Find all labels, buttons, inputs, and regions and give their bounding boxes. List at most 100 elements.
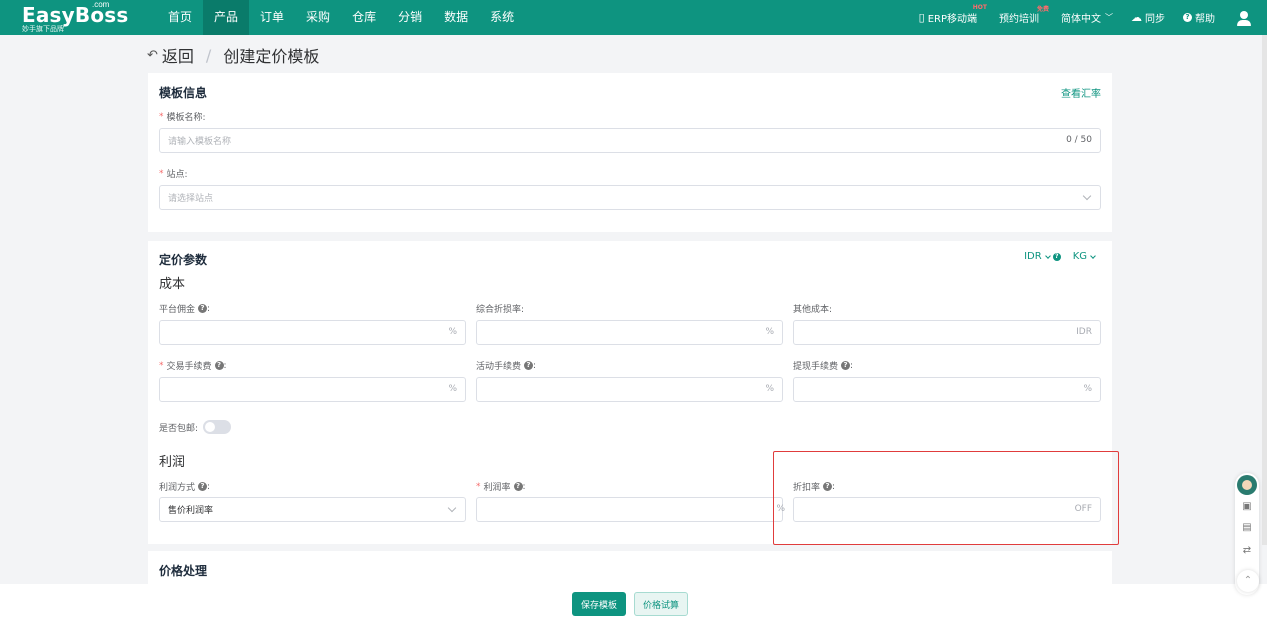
question-icon[interactable]: ? bbox=[198, 482, 208, 491]
weight-unit-select[interactable]: KG bbox=[1073, 251, 1098, 262]
training-link[interactable]: 预约培训 免费 bbox=[999, 6, 1049, 25]
free-badge: 免费 bbox=[1036, 6, 1049, 13]
activity-fee-input[interactable]: % bbox=[476, 377, 783, 402]
back-button[interactable]: ↶ 返回 bbox=[147, 43, 194, 67]
menu-item-product[interactable]: 产品 bbox=[203, 0, 250, 35]
view-rate-link[interactable]: 查看汇率 bbox=[1061, 85, 1101, 100]
chevron-down-icon bbox=[1090, 252, 1096, 259]
back-to-top-icon[interactable]: ⌃ bbox=[1237, 570, 1259, 592]
scrollbar[interactable] bbox=[1262, 35, 1267, 545]
menu-item-distribution[interactable]: 分销 bbox=[387, 0, 433, 35]
back-arrow-icon: ↶ bbox=[147, 47, 158, 63]
menu-item-system[interactable]: 系统 bbox=[479, 0, 525, 35]
discount-rate-label: 折扣率 ?: bbox=[793, 481, 836, 494]
other-cost-label: 其他成本: bbox=[793, 305, 833, 315]
chevron-down-icon bbox=[447, 503, 457, 513]
support-avatar-icon[interactable] bbox=[1237, 475, 1257, 495]
profit-method-select[interactable]: 售价利润率 bbox=[159, 497, 466, 522]
composite-loss-label: 综合折损率: bbox=[476, 305, 525, 315]
template-name-placeholder: 请输入模板名称 bbox=[168, 137, 232, 147]
chevron-down-icon: ﹀ bbox=[1105, 13, 1113, 22]
withdraw-fee-label: 提现手续费 ?: bbox=[793, 360, 854, 373]
question-icon[interactable]: ? bbox=[841, 361, 851, 370]
platform-commission-label-text: 平台佣金 bbox=[159, 305, 196, 315]
template-name-input[interactable]: 请输入模板名称 0 / 50 bbox=[159, 128, 1101, 153]
transaction-fee-label: * 交易手续费 ?: bbox=[159, 360, 227, 373]
question-icon[interactable]: ? bbox=[214, 361, 224, 370]
required-mark: * bbox=[476, 481, 481, 492]
chevron-down-icon bbox=[1082, 191, 1092, 201]
platform-commission-label: 平台佣金 ?: bbox=[159, 303, 211, 316]
activity-fee-label: 活动手续费 ?: bbox=[476, 360, 537, 373]
video-icon[interactable]: ▣ bbox=[1241, 501, 1253, 513]
menu-item-purchase[interactable]: 采购 bbox=[295, 0, 341, 35]
site-select[interactable]: 请选择站点 bbox=[159, 185, 1101, 210]
percent-suffix: % bbox=[765, 384, 774, 394]
training-label: 预约培训 bbox=[999, 14, 1039, 25]
transaction-fee-input[interactable]: % bbox=[159, 377, 466, 402]
template-name-label: * 模板名称: bbox=[159, 110, 206, 124]
currency-select[interactable]: IDR ? bbox=[1024, 251, 1061, 262]
language-select[interactable]: 简体中文 ﹀ bbox=[1061, 10, 1113, 25]
menu-item-order[interactable]: 订单 bbox=[249, 0, 295, 35]
weight-unit-value: KG bbox=[1072, 251, 1087, 262]
currency-value: IDR bbox=[1024, 251, 1042, 262]
off-suffix: OFF bbox=[1074, 504, 1092, 514]
sync-label: 同步 bbox=[1145, 14, 1165, 25]
page-header: ↶ 返回 / 创建定价模板 bbox=[147, 43, 319, 67]
main-menu: 首页 产品 订单 采购 仓库 分销 数据 系统 bbox=[157, 0, 525, 35]
pricing-params-title: 定价参数 bbox=[159, 253, 208, 267]
profit-rate-label: * 利润率 ?: bbox=[476, 481, 526, 494]
question-icon[interactable]: ? bbox=[198, 304, 208, 313]
pricing-params-card: 定价参数 IDR ? KG 成本 平台佣金 ?: % 综合折损率: % 其他成本… bbox=[148, 241, 1112, 544]
mobile-app-label: ERP移动端 bbox=[927, 14, 977, 25]
menu-item-home[interactable]: 首页 bbox=[157, 0, 203, 35]
footer-bar: 保存模板 价格试算 bbox=[0, 584, 1267, 618]
profit-method-value: 售价利润率 bbox=[168, 506, 214, 516]
top-nav: EasyBoss .com 妙手旗下品牌 首页 产品 订单 采购 仓库 分销 数… bbox=[0, 0, 1267, 35]
menu-item-data[interactable]: 数据 bbox=[433, 0, 479, 35]
template-info-card: 模板信息 查看汇率 * 模板名称: 请输入模板名称 0 / 50 * 站点: 请… bbox=[148, 73, 1112, 232]
price-processing-title: 价格处理 bbox=[159, 564, 208, 578]
required-mark: * bbox=[159, 111, 164, 122]
question-icon[interactable]: ? bbox=[1052, 252, 1061, 261]
question-icon[interactable]: ? bbox=[513, 482, 523, 491]
hot-badge: HOT bbox=[972, 4, 987, 11]
site-label: * 站点: bbox=[159, 167, 188, 181]
profit-section-title: 利润 bbox=[159, 455, 186, 470]
menu-item-warehouse[interactable]: 仓库 bbox=[341, 0, 387, 35]
other-cost-input[interactable]: IDR bbox=[793, 320, 1101, 345]
price-trial-button[interactable]: 价格试算 bbox=[634, 592, 688, 616]
question-icon[interactable]: ? bbox=[524, 361, 534, 370]
sync-button[interactable]: ☁ 同步 bbox=[1131, 10, 1165, 25]
mobile-app-link[interactable]: ▯ ERP移动端 HOT bbox=[919, 4, 987, 25]
composite-loss-input[interactable]: % bbox=[476, 320, 783, 345]
brand-logo[interactable]: EasyBoss .com 妙手旗下品牌 bbox=[22, 0, 128, 35]
withdraw-fee-input[interactable]: % bbox=[793, 377, 1101, 402]
exchange-icon[interactable]: ⇄ bbox=[1241, 545, 1253, 557]
discount-rate-input[interactable]: OFF bbox=[793, 497, 1101, 522]
top-right-tools: ▯ ERP移动端 HOT 预约培训 免费 简体中文 ﹀ ☁ 同步 ? 帮助 bbox=[901, 0, 1251, 35]
percent-suffix: % bbox=[448, 384, 457, 394]
breadcrumb-separator: / bbox=[205, 45, 212, 65]
chevron-down-icon bbox=[1044, 252, 1051, 259]
message-icon[interactable]: ▤ bbox=[1241, 522, 1253, 534]
percent-suffix: % bbox=[776, 504, 785, 514]
cost-section-title: 成本 bbox=[159, 277, 186, 292]
free-shipping-toggle[interactable] bbox=[203, 420, 231, 434]
platform-commission-input[interactable]: % bbox=[159, 320, 466, 345]
user-icon[interactable] bbox=[1237, 10, 1251, 26]
profit-method-label: 利润方式 ?: bbox=[159, 481, 211, 494]
template-info-title: 模板信息 bbox=[159, 86, 208, 100]
profit-rate-input[interactable]: % bbox=[476, 497, 785, 522]
percent-suffix: % bbox=[448, 327, 457, 337]
brand-tagline: 妙手旗下品牌 bbox=[22, 25, 64, 33]
save-template-button[interactable]: 保存模板 bbox=[572, 592, 626, 616]
activity-fee-label-text: 活动手续费 bbox=[476, 362, 522, 372]
question-icon[interactable]: ? bbox=[823, 482, 833, 491]
back-label: 返回 bbox=[161, 47, 194, 66]
help-button[interactable]: ? 帮助 bbox=[1183, 10, 1215, 25]
discount-rate-label-text: 折扣率 bbox=[793, 483, 821, 493]
template-name-count: 0 / 50 bbox=[1066, 135, 1092, 145]
site-placeholder: 请选择站点 bbox=[168, 194, 214, 204]
